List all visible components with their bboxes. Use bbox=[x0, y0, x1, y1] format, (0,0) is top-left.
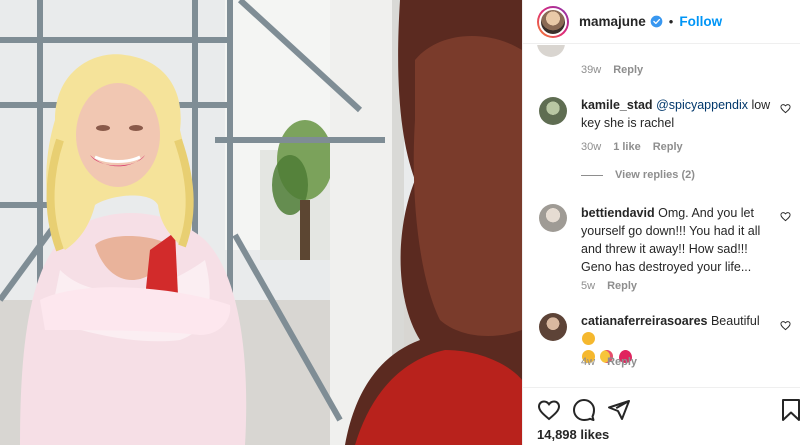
reply-button[interactable]: Reply bbox=[613, 64, 643, 76]
comment-time: 4w bbox=[581, 356, 596, 368]
comment-meta: 4w Reply bbox=[581, 356, 637, 368]
comment-like-heart-icon[interactable] bbox=[780, 320, 791, 331]
post-photo[interactable] bbox=[0, 0, 522, 445]
comment-text: bettiendavid Omg. And you let yourself g… bbox=[581, 204, 771, 276]
clapping-emoji-icon bbox=[582, 332, 595, 345]
comment-time: 5w bbox=[581, 280, 596, 292]
comment-like-heart-icon[interactable] bbox=[780, 211, 791, 222]
share-icon[interactable] bbox=[607, 398, 631, 422]
bookmark-icon[interactable] bbox=[779, 398, 800, 422]
commenter-username[interactable]: kamile_stad bbox=[581, 98, 653, 112]
reply-button[interactable]: Reply bbox=[607, 356, 637, 368]
author-username[interactable]: mamajune bbox=[579, 14, 646, 29]
comment-mention[interactable]: @spicyappendix bbox=[656, 98, 748, 112]
commenter-username[interactable]: catianaferreirasoares bbox=[581, 314, 707, 328]
heart-icon[interactable] bbox=[537, 398, 561, 422]
comments-list[interactable]: 39w Reply kamile_stad @spicyappendix low… bbox=[523, 45, 800, 385]
reply-button[interactable]: Reply bbox=[607, 280, 637, 292]
comment-time: 30w bbox=[581, 141, 602, 153]
commenter-username[interactable]: bettiendavid bbox=[581, 206, 655, 220]
commenter-avatar[interactable] bbox=[539, 313, 567, 341]
likes-count[interactable]: 14,898 likes bbox=[537, 427, 609, 442]
author-avatar[interactable] bbox=[537, 5, 569, 38]
commenter-avatar[interactable] bbox=[539, 97, 567, 125]
header-separator: • bbox=[668, 14, 674, 29]
comment-text: kamile_stad @spicyappendix low key she i… bbox=[581, 96, 771, 132]
reply-button[interactable]: Reply bbox=[653, 141, 683, 153]
commenter-avatar[interactable] bbox=[537, 45, 565, 57]
commenter-avatar[interactable] bbox=[539, 204, 567, 232]
comment-likes[interactable]: 1 like bbox=[613, 141, 641, 153]
view-replies-label: View replies (2) bbox=[615, 169, 695, 181]
verified-badge-icon bbox=[650, 15, 663, 28]
post-header: mamajune • Follow bbox=[523, 0, 800, 44]
comment-like-heart-icon[interactable] bbox=[780, 103, 791, 114]
comment-meta: 30w 1 like Reply bbox=[581, 141, 683, 153]
comment-meta: 5w Reply bbox=[581, 280, 637, 292]
comment-icon[interactable] bbox=[572, 398, 596, 422]
view-replies-button[interactable]: View replies (2) bbox=[581, 169, 695, 181]
post-side-panel: mamajune • Follow 39w Reply kamile_stad … bbox=[522, 0, 800, 445]
comment-time: 39w bbox=[581, 64, 602, 76]
comment-meta: 39w Reply bbox=[581, 64, 643, 76]
follow-button[interactable]: Follow bbox=[679, 14, 722, 29]
post-actions-bar: 14,898 likes bbox=[523, 387, 800, 445]
comment-body: Beautiful bbox=[707, 314, 760, 328]
post-photo-illustration bbox=[0, 0, 522, 445]
